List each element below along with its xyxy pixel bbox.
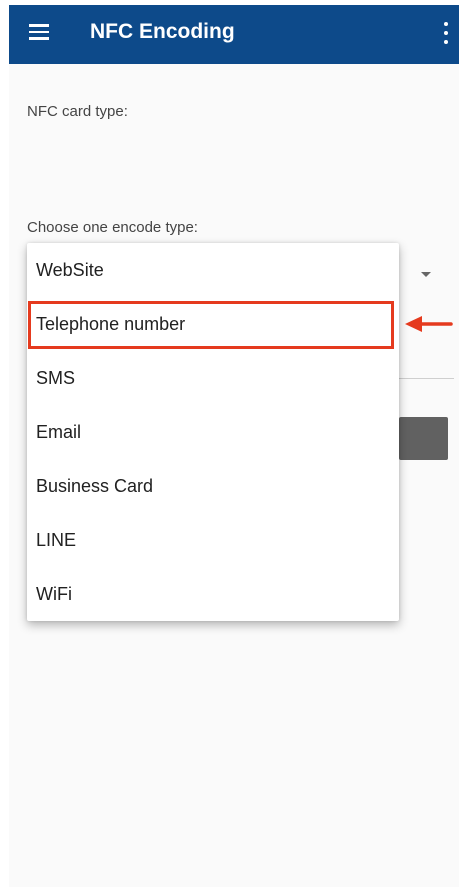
app-bar: NFC Encoding (9, 5, 459, 64)
dropdown-item-sms[interactable]: SMS (27, 351, 399, 405)
dropdown-item-website[interactable]: WebSite (27, 243, 399, 297)
dropdown-item-email[interactable]: Email (27, 405, 399, 459)
spinner-dropdown-arrow-icon[interactable] (421, 272, 431, 277)
highlight-box-annotation (28, 301, 394, 349)
red-arrow-annotation-icon (405, 316, 453, 332)
more-vertical-icon[interactable] (443, 22, 449, 44)
encode-type-dropdown: WebSite Telephone number SMS Email Busin… (27, 243, 399, 621)
dropdown-item-wifi[interactable]: WiFi (27, 567, 399, 621)
encode-button[interactable] (399, 417, 448, 460)
screen: NFC Encoding NFC card type: Choose one e… (9, 5, 459, 887)
dropdown-item-business-card[interactable]: Business Card (27, 459, 399, 513)
hamburger-menu-icon[interactable] (29, 24, 49, 40)
dropdown-item-line[interactable]: LINE (27, 513, 399, 567)
nfc-card-type-label: NFC card type: (27, 103, 128, 120)
encode-type-label: Choose one encode type: (27, 219, 198, 236)
app-title: NFC Encoding (90, 20, 235, 43)
